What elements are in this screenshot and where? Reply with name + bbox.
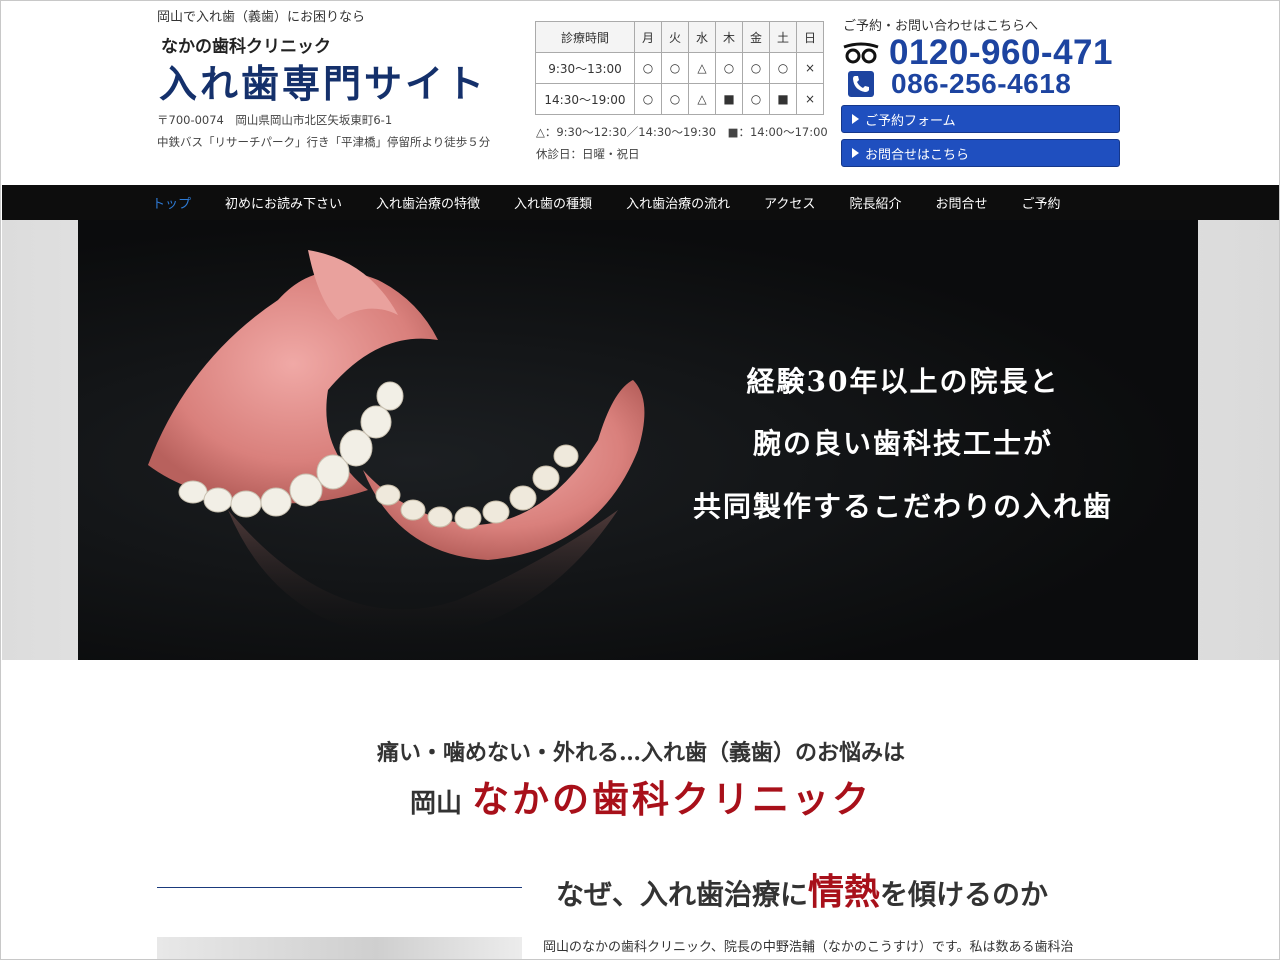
hours-mark: △	[688, 83, 716, 115]
nav-top[interactable]: トップ	[152, 193, 191, 212]
hours-head: 診療時間	[535, 21, 635, 53]
hours-note: △：9:30〜12:30／14:30〜19:30 ■：14:00〜17:00	[536, 125, 828, 139]
why-emphasis: 情熱	[808, 871, 881, 913]
hero-headline-2: 腕の良い歯科技工士が	[752, 427, 1053, 460]
hours-row-afternoon: 14:30〜19:00 ○ ○ △ ■ ○ ■ ×	[535, 83, 824, 115]
address: 〒700-0074 岡山県岡山市北区矢坂東町6-1	[157, 113, 393, 127]
hours-row-morning: 9:30〜13:00 ○ ○ △ ○ ○ ○ ×	[535, 52, 824, 84]
inquiry-label: お問合せはこちら	[865, 147, 970, 163]
day-tue: 火	[661, 21, 689, 53]
nav-reserve[interactable]: ご予約	[1021, 193, 1060, 212]
nav-inquiry[interactable]: お問合せ	[935, 193, 987, 212]
contact-lead: ご予約・お問い合わせはこちらへ	[843, 19, 1039, 34]
arrow-right-icon	[852, 148, 859, 158]
intro-lead: 痛い・噛めない・外れる…入れ歯（義歯）のお悩みは	[376, 740, 905, 766]
hours-header-row: 診療時間 月 火 水 木 金 土 日	[535, 21, 824, 53]
hours-mark: ○	[715, 52, 743, 84]
phone-row[interactable]: 086-256-4618	[841, 68, 1071, 100]
hours-mark: ○	[661, 52, 689, 84]
intro-paragraph: 岡山のなかの歯科クリニック、院長の中野浩輔（なかのこうすけ）です。私は数ある歯科…	[543, 940, 1074, 955]
why-pre: なぜ、入れ歯治療に	[556, 878, 809, 911]
nav-access[interactable]: アクセス	[764, 193, 815, 212]
page: 岡山で入れ歯（義歯）にお困りなら なかの歯科クリニック 入れ歯専門サイト 〒70…	[0, 0, 1280, 960]
day-mon: 月	[634, 21, 662, 53]
nav-director[interactable]: 院長紹介	[849, 193, 901, 212]
reserve-form-label: ご予約フォーム	[865, 113, 956, 129]
hours-mark: ○	[742, 83, 770, 115]
reserve-form-button[interactable]: ご予約フォーム	[841, 105, 1120, 133]
nav-features[interactable]: 入れ歯治療の特徴	[376, 193, 480, 212]
freedial-number[interactable]: 0120-960-471	[889, 33, 1113, 73]
inquiry-button[interactable]: お問合せはこちら	[841, 139, 1120, 167]
nav-read-first[interactable]: 初めにお読み下さい	[225, 193, 342, 212]
tagline: 岡山で入れ歯（義歯）にお困りなら	[157, 10, 366, 25]
why-post: を傾けるのか	[880, 878, 1049, 911]
arrow-right-icon	[852, 114, 859, 124]
section-divider	[157, 887, 522, 888]
freedial-row[interactable]: 0120-960-471	[841, 33, 1113, 73]
intro-clinic-name: なかの歯科クリニック	[472, 777, 872, 821]
hours-mark: ○	[769, 52, 797, 84]
access-info: 中鉄バス「リサーチパーク」行き「平津橋」停留所より徒歩５分	[157, 135, 491, 149]
phone-icon	[841, 71, 881, 97]
clinic-hours-table: 診療時間 月 火 水 木 金 土 日 9:30〜13:00 ○ ○ △ ○ ○ …	[535, 21, 824, 115]
freedial-icon	[841, 40, 881, 66]
day-sat: 土	[769, 21, 797, 53]
logo-site-title[interactable]: 入れ歯専門サイト	[159, 53, 487, 108]
hours-mark: ○	[742, 52, 770, 84]
intro-clinic-heading: 岡山 なかの歯科クリニック	[1, 769, 1279, 823]
time-slot: 14:30〜19:00	[535, 83, 635, 115]
main-nav: トップ 初めにお読み下さい 入れ歯治療の特徴 入れ歯の種類 入れ歯治療の流れ ア…	[2, 185, 1279, 220]
hours-mark: ×	[796, 83, 824, 115]
hours-mark: △	[688, 52, 716, 84]
hours-mark: ○	[634, 83, 662, 115]
denture-image	[148, 250, 645, 640]
phone-number[interactable]: 086-256-4618	[891, 68, 1071, 100]
day-sun: 日	[796, 21, 824, 53]
time-slot: 9:30〜13:00	[535, 52, 635, 84]
hero-banner: 経験30年以上の院長と 腕の良い歯科技工士が 共同製作するこだわりの入れ歯	[78, 220, 1198, 660]
hours-mark: ■	[769, 83, 797, 115]
nav-flow[interactable]: 入れ歯治療の流れ	[626, 193, 730, 212]
day-thu: 木	[715, 21, 743, 53]
hours-mark: ○	[661, 83, 689, 115]
day-wed: 水	[688, 21, 716, 53]
closed-days: 休診日：日曜・祝日	[536, 147, 640, 161]
hours-mark: ○	[634, 52, 662, 84]
intro-prefix: 岡山	[409, 789, 462, 819]
nav-types[interactable]: 入れ歯の種類	[514, 193, 592, 212]
why-heading: なぜ、入れ歯治療に情熱を傾けるのか	[556, 863, 1048, 915]
director-photo	[157, 937, 522, 959]
day-fri: 金	[742, 21, 770, 53]
hours-mark: ■	[715, 83, 743, 115]
hero-headline-1: 経験30年以上の院長と	[746, 365, 1060, 398]
hours-mark: ×	[796, 52, 824, 84]
hero-headline-3: 共同製作するこだわりの入れ歯	[692, 490, 1113, 523]
